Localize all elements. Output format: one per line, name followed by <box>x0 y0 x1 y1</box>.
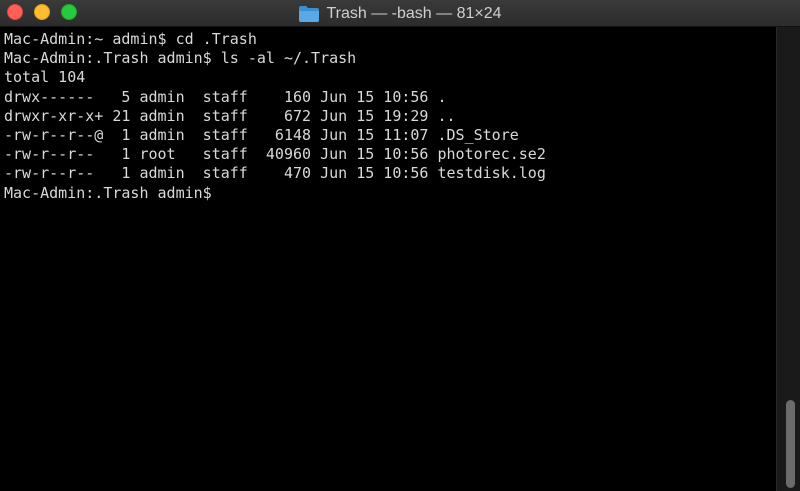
terminal-line: -rw-r--r-- 1 admin staff 470 Jun 15 10:5… <box>4 164 546 183</box>
terminal-line: drwxr-xr-x+ 21 admin staff 672 Jun 15 19… <box>4 106 456 125</box>
terminal-prompt-line[interactable]: Mac-Admin:.Trash admin$ <box>4 184 776 203</box>
scroll-thumb[interactable] <box>786 400 795 488</box>
terminal-prompt: Mac-Admin:.Trash admin$ <box>4 183 221 202</box>
folder-icon <box>298 5 320 23</box>
terminal-line: Mac-Admin:~ admin$ cd .Trash <box>4 30 257 48</box>
terminal-output[interactable]: Mac-Admin:~ admin$ cd .Trash Mac-Admin:.… <box>0 27 776 491</box>
terminal-line: total 104 <box>4 68 86 87</box>
terminal-line: Mac-Admin:.Trash admin$ ls -al ~/.Trash <box>4 49 357 68</box>
vertical-scrollbar[interactable] <box>776 27 800 491</box>
terminal-line: -rw-r--r--@ 1 admin staff 6148 Jun 15 11… <box>4 125 519 144</box>
terminal-line: drwx------ 5 admin staff 160 Jun 15 10:5… <box>4 87 447 106</box>
terminal-line: -rw-r--r-- 1 root staff 40960 Jun 15 10:… <box>4 145 546 164</box>
title-bar[interactable]: Trash — -bash — 81×24 <box>0 0 800 27</box>
window-title-group: Trash — -bash — 81×24 <box>0 0 800 27</box>
terminal-window: Trash — -bash — 81×24 Mac-Admin:~ admin$… <box>0 0 800 491</box>
window-title: Trash — -bash — 81×24 <box>326 4 502 22</box>
